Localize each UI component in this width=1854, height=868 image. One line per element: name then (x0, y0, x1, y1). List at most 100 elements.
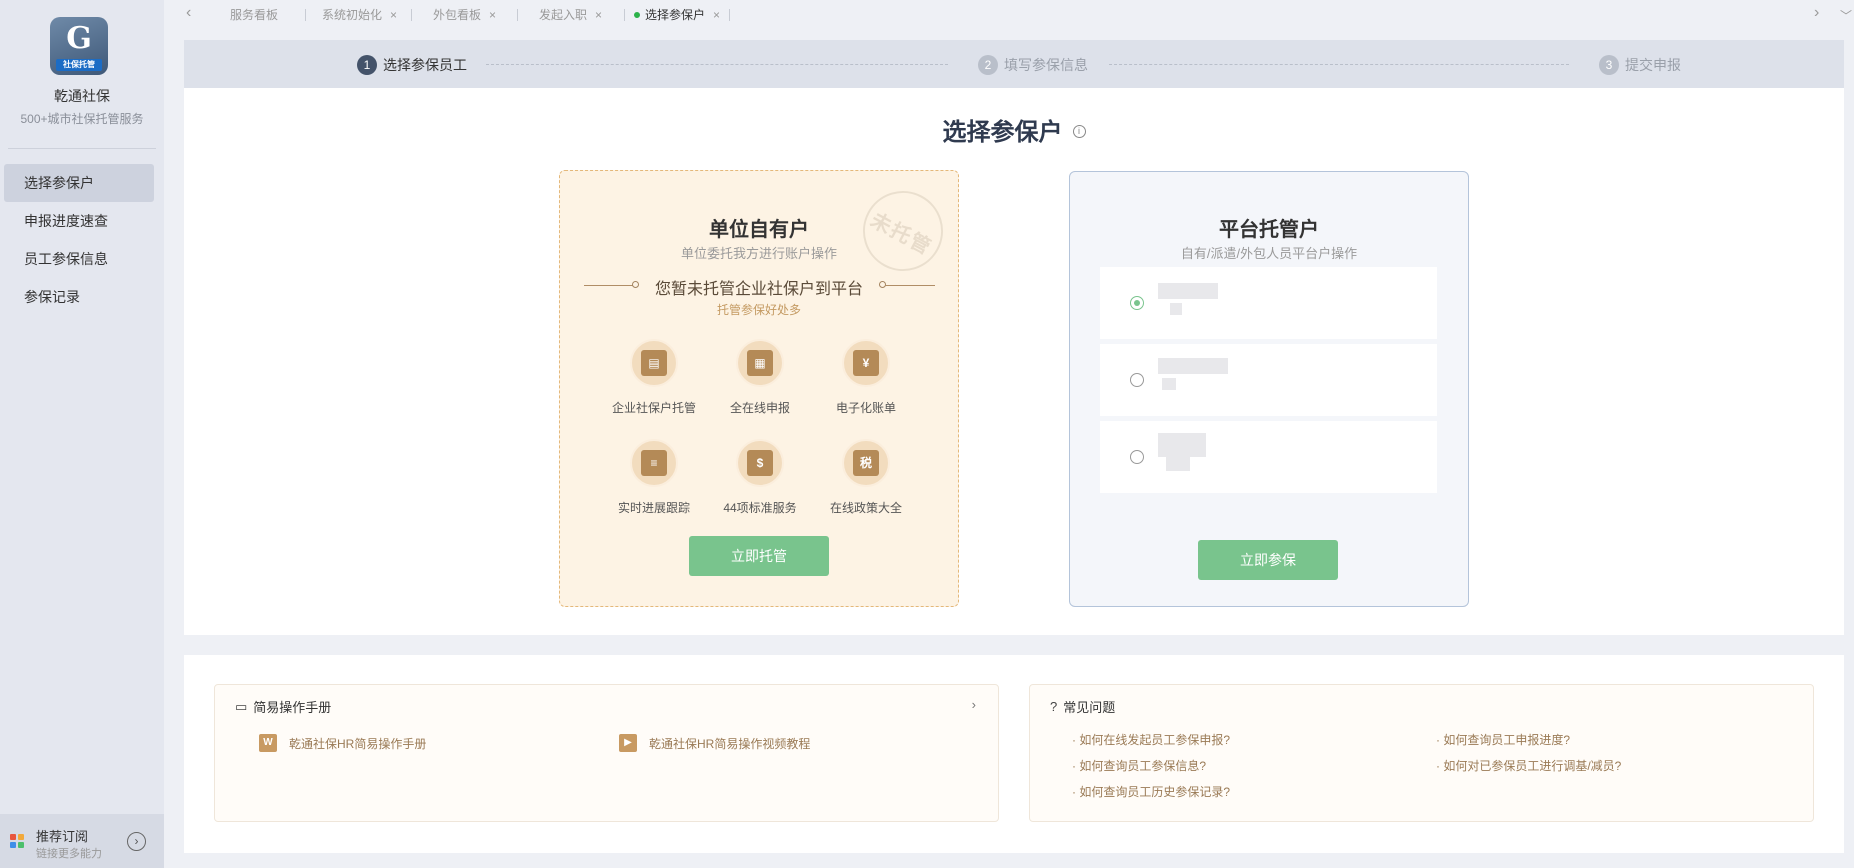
tab-onboarding[interactable]: 发起入职 × (539, 6, 602, 23)
feature-label: 实时进展跟踪 (617, 501, 690, 515)
tab-separator (729, 9, 730, 21)
tab-scroll-right-icon[interactable]: › (1814, 4, 1819, 22)
tab-label: 外包看板 (433, 8, 482, 22)
chevron-right-circle-icon[interactable]: › (127, 832, 146, 851)
own-account-card: 未托管 单位自有户 单位委托我方进行账户操作 您暂未托管企业社保户到平台 托管参… (559, 170, 959, 607)
account-option[interactable] (1100, 267, 1437, 339)
tab-system-init[interactable]: 系统初始化 × (322, 6, 397, 23)
manual-header: ▭ 简易操作手册 (235, 697, 331, 716)
logo-letter: G (66, 21, 92, 56)
book-icon: ▭ (235, 698, 248, 714)
sidebar-item-records[interactable]: 参保记录 (4, 278, 154, 316)
chevron-right-icon[interactable]: › (972, 697, 976, 712)
tab-dashboard[interactable]: 服务看板 (230, 6, 278, 23)
question-circle-icon: ? (1050, 699, 1058, 714)
step-label: 选择参保员工 (383, 57, 467, 73)
feature-label: 全在线申报 (729, 401, 790, 415)
manual-video-link[interactable]: ▶ 乾通社保HR简易操作视频教程 (619, 734, 810, 752)
tab-bar: ‹ 服务看板 系统初始化 × 外包看板 × 发起入职 × 选择参保户 × › ﹀ (164, 0, 1854, 30)
step-2: 2 填写参保信息 (978, 55, 1088, 76)
radio-selected[interactable] (1130, 296, 1144, 310)
insure-now-button[interactable]: 立即参保 (1198, 540, 1338, 580)
feature-progress-tracking: ≡ 实时进展跟踪 (599, 439, 709, 516)
tab-menu-chevron-down-icon[interactable]: ﹀ (1840, 7, 1852, 24)
info-icon[interactable]: i (1072, 125, 1086, 139)
platform-card-title: 平台托管户 (1219, 219, 1319, 241)
step-label: 填写参保信息 (1004, 57, 1088, 73)
app-name: 乾通社保 (54, 88, 110, 104)
faq-title: 常见问题 (1063, 700, 1116, 715)
faq-header: ? 常见问题 (1050, 697, 1115, 716)
step-indicator: 1 选择参保员工 2 填写参保信息 3 提交申报 (184, 40, 1844, 88)
tax-icon: 税 (842, 439, 890, 487)
app-logo: G 社保托管 (50, 17, 108, 75)
tab-outsourcing[interactable]: 外包看板 × (433, 6, 496, 23)
own-card-subtitle: 单位委托我方进行账户操作 (680, 246, 837, 261)
tab-separator (624, 9, 625, 21)
sidebar-item-progress[interactable]: 申报进度速查 (4, 202, 154, 240)
faq-item[interactable]: · 如何查询员工申报进度? (1436, 731, 1570, 748)
id-card-icon: ▤ (630, 339, 678, 387)
sidebar: G 社保托管 乾通社保 500+城市社保托管服务 选择参保户 申报进度速查 员工… (0, 0, 164, 868)
sidebar-divider (8, 148, 156, 149)
subscribe-panel[interactable]: 推荐订阅 链接更多能力 › (0, 814, 164, 868)
radio-unselected[interactable] (1130, 373, 1144, 387)
platform-card-subtitle: 自有/派遣/外包人员平台户操作 (1180, 246, 1358, 261)
feature-policy-library: 税 在线政策大全 (811, 439, 921, 516)
redacted-text (1158, 283, 1218, 299)
manual-doc-link[interactable]: W 乾通社保HR简易操作手册 (259, 734, 426, 752)
step-number: 1 (357, 55, 377, 76)
subscribe-title: 推荐订阅 (36, 829, 89, 844)
logo-badge: 社保托管 (56, 59, 102, 71)
close-icon[interactable]: × (489, 8, 496, 22)
radio-unselected[interactable] (1130, 450, 1144, 464)
feature-online-declare: ▦ 全在线申报 (705, 339, 815, 416)
step-connector (486, 64, 948, 65)
step-connector (1109, 64, 1569, 65)
host-now-button[interactable]: 立即托管 (689, 536, 829, 576)
own-card-headline: 您暂未托管企业社保户到平台 (654, 281, 863, 298)
tab-label: 选择参保户 (645, 8, 706, 22)
sidebar-item-employee-info[interactable]: 员工参保信息 (4, 240, 154, 278)
active-dot (634, 11, 640, 18)
sidebar-item-select-account[interactable]: 选择参保户 (4, 164, 154, 202)
close-icon[interactable]: × (390, 8, 397, 22)
account-option[interactable] (1100, 344, 1437, 416)
receipt-icon: ¥ (842, 339, 890, 387)
own-card-headline-sub: 托管参保好处多 (716, 303, 801, 317)
redacted-text (1166, 457, 1190, 471)
help-panel: ▭ 简易操作手册 › W 乾通社保HR简易操作手册 ▶ 乾通社保HR简易操作视频教程 … (184, 655, 1844, 853)
step-number: 3 (1599, 55, 1619, 76)
close-icon[interactable]: × (595, 8, 602, 22)
faq-item[interactable]: · 如何查询员工历史参保记录? (1072, 783, 1230, 800)
redacted-text (1170, 303, 1182, 315)
redacted-text (1162, 378, 1176, 390)
app-subtitle: 500+城市社保托管服务 (20, 112, 144, 126)
feature-label: 电子化账单 (835, 401, 896, 415)
step-number: 2 (978, 55, 998, 76)
feature-glyph: ≡ (641, 450, 667, 476)
step-label: 提交申报 (1625, 57, 1681, 73)
tab-separator (411, 9, 412, 21)
faq-item[interactable]: · 如何对已参保员工进行调基/减员? (1436, 757, 1621, 774)
page-title-text: 选择参保户 (942, 119, 1063, 146)
feature-label: 在线政策大全 (829, 501, 902, 515)
faq-item[interactable]: · 如何查询员工参保信息? (1072, 757, 1206, 774)
redacted-text (1158, 433, 1206, 457)
feature-account-hosting: ▤ 企业社保户托管 (599, 339, 709, 416)
account-option[interactable] (1100, 421, 1437, 493)
feature-glyph: 税 (853, 450, 879, 476)
feature-standard-services: $ 44项标准服务 (705, 439, 815, 516)
feature-e-bill: ¥ 电子化账单 (811, 339, 921, 416)
manual-title: 简易操作手册 (253, 700, 332, 715)
step-1: 1 选择参保员工 (357, 55, 467, 76)
main-panel: 1 选择参保员工 2 填写参保信息 3 提交申报 选择参保户 i 未托管 单位自有户 单… (184, 40, 1844, 635)
faq-item[interactable]: · 如何在线发起员工参保申报? (1072, 731, 1230, 748)
word-doc-icon: W (259, 734, 277, 752)
close-icon[interactable]: × (713, 8, 720, 22)
tab-scroll-left-icon[interactable]: ‹ (186, 4, 191, 22)
doc-label: 乾通社保HR简易操作手册 (289, 736, 427, 751)
feature-label: 44项标准服务 (723, 501, 797, 515)
tab-select-account[interactable]: 选择参保户 × (634, 6, 720, 23)
feature-glyph: ▦ (747, 350, 773, 376)
